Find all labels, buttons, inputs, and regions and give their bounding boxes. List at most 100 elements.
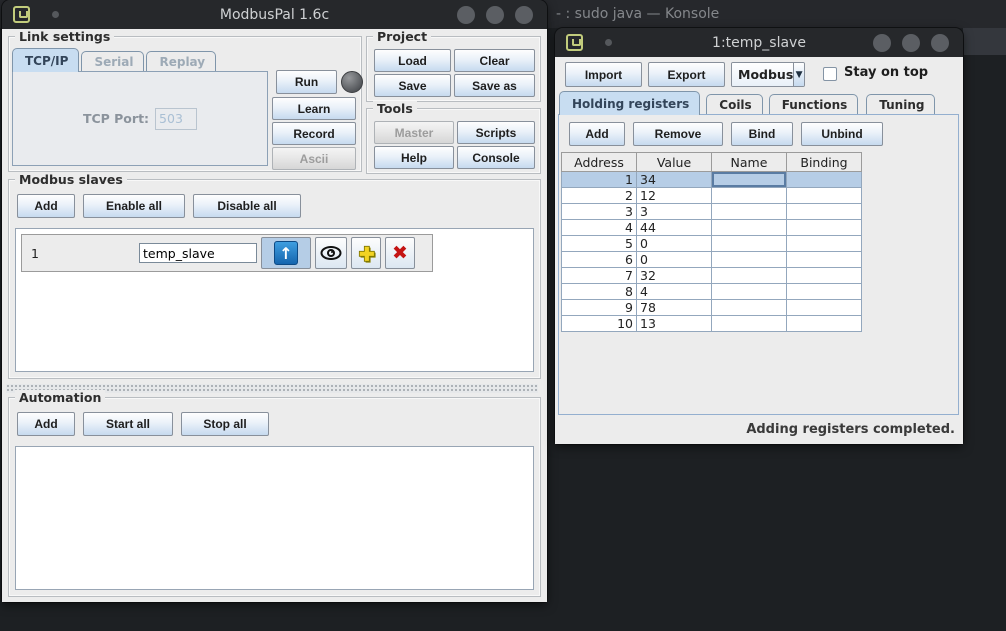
load-button[interactable]: Load xyxy=(374,49,451,72)
cell-binding[interactable] xyxy=(787,268,862,284)
cell-address[interactable]: 6 xyxy=(562,252,637,268)
tab-serial[interactable]: Serial xyxy=(81,51,144,72)
modbuspal-titlebar[interactable]: ModbusPal 1.6c xyxy=(2,0,547,29)
start-all-button[interactable]: Start all xyxy=(83,412,173,436)
clear-button[interactable]: Clear xyxy=(454,49,535,72)
maximize-button[interactable] xyxy=(486,6,504,24)
cell-binding[interactable] xyxy=(787,172,862,188)
cell-name[interactable] xyxy=(712,172,787,188)
cell-name[interactable] xyxy=(712,284,787,300)
tab-functions[interactable]: Functions xyxy=(769,94,859,115)
cell-value[interactable]: 0 xyxy=(637,236,712,252)
automation-add-button[interactable]: Add xyxy=(17,412,75,436)
cell-name[interactable] xyxy=(712,220,787,236)
enable-all-button[interactable]: Enable all xyxy=(83,194,185,218)
register-remove-button[interactable]: Remove xyxy=(633,122,723,146)
cell-address[interactable]: 2 xyxy=(562,188,637,204)
slave-window-titlebar[interactable]: 1:temp_slave xyxy=(555,28,963,57)
close-button[interactable] xyxy=(515,6,533,24)
cell-value[interactable]: 78 xyxy=(637,300,712,316)
cell-address[interactable]: 8 xyxy=(562,284,637,300)
import-button[interactable]: Import xyxy=(565,62,642,87)
cell-address[interactable]: 4 xyxy=(562,220,637,236)
scripts-button[interactable]: Scripts xyxy=(457,121,535,144)
cell-name[interactable] xyxy=(712,252,787,268)
table-row[interactable]: 60 xyxy=(562,252,862,268)
cell-binding[interactable] xyxy=(787,316,862,332)
col-name[interactable]: Name xyxy=(712,153,787,172)
cell-value[interactable]: 32 xyxy=(637,268,712,284)
col-address[interactable]: Address xyxy=(562,153,637,172)
register-bind-button[interactable]: Bind xyxy=(731,122,793,146)
protocol-combobox[interactable]: Modbus ▼ xyxy=(731,62,805,87)
chevron-down-icon[interactable]: ▼ xyxy=(793,63,804,86)
stop-all-button[interactable]: Stop all xyxy=(181,412,269,436)
cell-name[interactable] xyxy=(712,268,787,284)
slave-name-input[interactable] xyxy=(139,243,257,263)
register-unbind-button[interactable]: Unbind xyxy=(801,122,883,146)
col-binding[interactable]: Binding xyxy=(787,153,862,172)
cell-name[interactable] xyxy=(712,188,787,204)
cell-binding[interactable] xyxy=(787,252,862,268)
tab-tuning[interactable]: Tuning xyxy=(866,94,935,115)
cell-binding[interactable] xyxy=(787,188,862,204)
cell-value[interactable]: 0 xyxy=(637,252,712,268)
cell-value[interactable]: 13 xyxy=(637,316,712,332)
table-row[interactable]: 33 xyxy=(562,204,862,220)
table-row[interactable]: 1013 xyxy=(562,316,862,332)
register-add-button[interactable]: Add xyxy=(569,122,625,146)
cell-address[interactable]: 10 xyxy=(562,316,637,332)
learn-button[interactable]: Learn xyxy=(272,97,356,120)
cell-binding[interactable] xyxy=(787,236,862,252)
table-row[interactable]: 134 xyxy=(562,172,862,188)
cell-name[interactable] xyxy=(712,300,787,316)
slave-add-button[interactable]: Add xyxy=(17,194,75,218)
window-menu-icon[interactable] xyxy=(13,6,30,23)
cell-binding[interactable] xyxy=(787,220,862,236)
tab-tcpip[interactable]: TCP/IP xyxy=(12,48,79,72)
stay-on-top-checkbox[interactable] xyxy=(823,67,837,81)
table-row[interactable]: 50 xyxy=(562,236,862,252)
cell-value[interactable]: 3 xyxy=(637,204,712,220)
table-row[interactable]: 732 xyxy=(562,268,862,284)
table-row[interactable]: 444 xyxy=(562,220,862,236)
tab-replay[interactable]: Replay xyxy=(146,51,216,72)
table-row[interactable]: 84 xyxy=(562,284,862,300)
slave-row[interactable]: 1 ↑ xyxy=(21,234,433,272)
cell-address[interactable]: 5 xyxy=(562,236,637,252)
cell-address[interactable]: 1 xyxy=(562,172,637,188)
cell-address[interactable]: 3 xyxy=(562,204,637,220)
add-tuning-button[interactable] xyxy=(351,237,381,269)
export-button[interactable]: Export xyxy=(648,62,725,87)
run-button[interactable]: Run xyxy=(276,70,337,94)
slave-enabled-toggle[interactable]: ↑ xyxy=(261,237,311,269)
master-button[interactable]: Master xyxy=(374,121,454,144)
record-button[interactable]: Record xyxy=(272,122,356,145)
minimize-button[interactable] xyxy=(457,6,475,24)
cell-binding[interactable] xyxy=(787,284,862,300)
ascii-button[interactable]: Ascii xyxy=(272,147,356,170)
delete-slave-button[interactable]: ✖ xyxy=(385,237,415,269)
disable-all-button[interactable]: Disable all xyxy=(193,194,301,218)
table-row[interactable]: 212 xyxy=(562,188,862,204)
cell-name[interactable] xyxy=(712,316,787,332)
cell-address[interactable]: 9 xyxy=(562,300,637,316)
cell-value[interactable]: 4 xyxy=(637,284,712,300)
window-menu-icon[interactable] xyxy=(566,34,583,51)
view-slave-button[interactable] xyxy=(315,237,347,269)
cell-value[interactable]: 12 xyxy=(637,188,712,204)
maximize-button[interactable] xyxy=(902,34,920,52)
tcp-port-input[interactable] xyxy=(155,108,197,130)
close-button[interactable] xyxy=(931,34,949,52)
minimize-button[interactable] xyxy=(873,34,891,52)
tab-coils[interactable]: Coils xyxy=(706,94,762,115)
cell-value[interactable]: 34 xyxy=(637,172,712,188)
col-value[interactable]: Value xyxy=(637,153,712,172)
help-button[interactable]: Help xyxy=(374,146,454,169)
tab-holding-registers[interactable]: Holding registers xyxy=(559,91,700,115)
cell-address[interactable]: 7 xyxy=(562,268,637,284)
cell-name[interactable] xyxy=(712,204,787,220)
save-button[interactable]: Save xyxy=(374,74,451,97)
save-as-button[interactable]: Save as xyxy=(454,74,535,97)
cell-binding[interactable] xyxy=(787,204,862,220)
